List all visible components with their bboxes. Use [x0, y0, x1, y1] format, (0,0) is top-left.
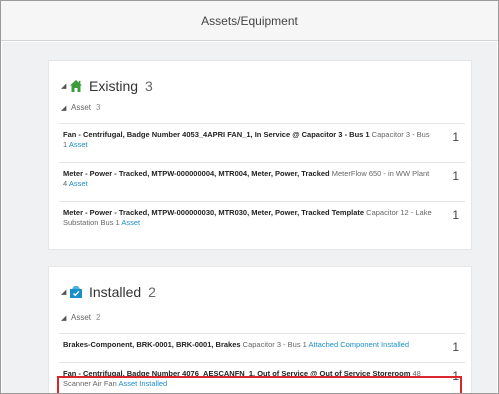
item-type-link[interactable]: Asset: [69, 179, 88, 188]
collapse-caret-icon[interactable]: ◢: [61, 314, 69, 322]
item-quantity: 1: [452, 208, 459, 222]
list-item[interactable]: Meter - Power - Tracked, MTPW-000000030,…: [59, 201, 465, 233]
existing-section-count: 3: [145, 78, 153, 94]
item-title: Brakes-Component, BRK-0001, BRK-0001, Br…: [63, 340, 241, 349]
installed-section: ◢ Installed 2 ◢ Asset 2 Brakes-Component…: [48, 266, 472, 393]
collapse-caret-icon[interactable]: ◢: [61, 104, 69, 112]
item-type-link[interactable]: Attached Component Installed: [309, 340, 409, 349]
item-title: Meter - Power - Tracked, MTPW-000000004,…: [63, 169, 330, 178]
existing-section: ◢ Existing 3 ◢ Asset 3 Fan - Centrifugal…: [48, 60, 472, 250]
group-label: Asset: [71, 103, 92, 112]
group-label: Asset: [71, 313, 92, 322]
item-quantity: 1: [452, 130, 459, 144]
item-title: Meter - Power - Tracked, MTPW-000000030,…: [63, 208, 365, 217]
house-icon: [70, 80, 82, 92]
existing-section-title: Existing: [89, 78, 139, 94]
item-title: Fan - Centrifugal, Badge Number 4053_4AP…: [63, 130, 370, 139]
installed-section-title: Installed: [89, 284, 142, 300]
highlight-box: [57, 376, 462, 393]
item-type-link[interactable]: Asset: [69, 140, 88, 149]
window: Assets/Equipment ◢ Existing 3 ◢ Asset 3 …: [0, 0, 499, 394]
list-item[interactable]: Meter - Power - Tracked, MTPW-000000004,…: [59, 162, 465, 194]
content-area: ◢ Existing 3 ◢ Asset 3 Fan - Centrifugal…: [2, 42, 497, 393]
collapse-caret-icon[interactable]: ◢: [61, 82, 69, 90]
list-item[interactable]: Fan - Centrifugal, Badge Number 4053_4AP…: [59, 123, 465, 155]
asset-group-header[interactable]: ◢ Asset 2: [61, 313, 100, 322]
installed-section-header[interactable]: ◢ Installed 2: [61, 281, 156, 303]
item-location: Capacitor 3 - Bus 1: [240, 340, 309, 349]
item-quantity: 1: [452, 169, 459, 183]
page-title: Assets/Equipment: [1, 1, 498, 41]
asset-group-header[interactable]: ◢ Asset 3: [61, 103, 100, 112]
group-count: 2: [96, 313, 101, 322]
group-count: 3: [96, 103, 101, 112]
item-quantity: 1: [452, 340, 459, 354]
existing-section-header[interactable]: ◢ Existing 3: [61, 75, 153, 97]
box-icon: [70, 286, 82, 298]
installed-section-count: 2: [148, 284, 156, 300]
collapse-caret-icon[interactable]: ◢: [61, 288, 69, 296]
list-item[interactable]: Brakes-Component, BRK-0001, BRK-0001, Br…: [59, 333, 465, 355]
item-type-link[interactable]: Asset: [121, 218, 140, 227]
